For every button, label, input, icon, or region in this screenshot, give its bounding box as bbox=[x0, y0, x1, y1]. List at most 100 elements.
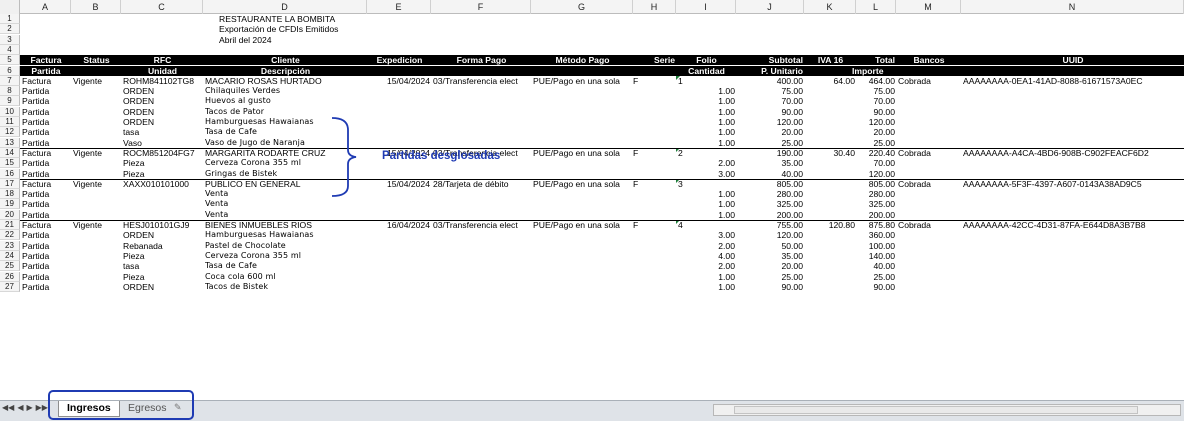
row-header-14[interactable]: 14 bbox=[0, 147, 20, 158]
row-header-11[interactable]: 11 bbox=[0, 117, 20, 127]
cell-tipo[interactable]: Partida bbox=[22, 138, 70, 148]
cell-folio[interactable]: 3 bbox=[678, 179, 735, 189]
row-header-27[interactable]: 27 bbox=[0, 281, 20, 292]
cell-cliente-descripcion[interactable]: Huevos al gusto bbox=[205, 96, 366, 106]
prev-sheet-icon[interactable]: ◀ bbox=[17, 403, 23, 417]
cell-cantidad[interactable]: 3.00 bbox=[678, 230, 735, 240]
cell-precio-unitario[interactable]: 75.00 bbox=[738, 86, 803, 96]
cell-tipo[interactable]: Factura bbox=[22, 220, 70, 230]
cell-status[interactable]: Vigente bbox=[73, 148, 120, 158]
cell-iva[interactable]: 30.40 bbox=[806, 148, 855, 158]
cell-rfc-unidad[interactable]: HESJ010101GJ9 bbox=[123, 220, 202, 230]
column-header-c[interactable]: C bbox=[121, 0, 203, 14]
cell-tipo[interactable]: Factura bbox=[22, 179, 70, 189]
cell-subtotal[interactable]: 755.00 bbox=[738, 220, 803, 230]
row-header-3[interactable]: 3 bbox=[0, 34, 20, 45]
cell-importe[interactable]: 70.00 bbox=[858, 96, 895, 106]
cell-tipo[interactable]: Partida bbox=[22, 241, 70, 251]
cell-importe[interactable]: 360.00 bbox=[858, 230, 895, 240]
cell-tipo[interactable]: Partida bbox=[22, 86, 70, 96]
cell-importe[interactable]: 25.00 bbox=[858, 272, 895, 282]
column-header-e[interactable]: E bbox=[367, 0, 431, 14]
column-header-k[interactable]: K bbox=[804, 0, 856, 14]
cell-cantidad[interactable]: 1.00 bbox=[678, 107, 735, 117]
header-cliente[interactable]: Cliente bbox=[205, 55, 366, 65]
column-header-h[interactable]: H bbox=[633, 0, 676, 14]
header-importe[interactable]: Importe bbox=[852, 66, 889, 76]
cell-tipo[interactable]: Partida bbox=[22, 230, 70, 240]
cell-serie[interactable]: F bbox=[633, 179, 673, 189]
column-header-b[interactable]: B bbox=[71, 0, 121, 14]
row-header-8[interactable]: 8 bbox=[0, 86, 20, 97]
cell-importe[interactable]: 25.00 bbox=[858, 138, 895, 148]
header-cantidad[interactable]: Cantidad bbox=[678, 66, 735, 76]
cell-precio-unitario[interactable]: 200.00 bbox=[738, 210, 803, 220]
header-bancos[interactable]: Bancos bbox=[898, 55, 960, 65]
report-title-line2[interactable]: Exportación de CFDIs Emitidos bbox=[219, 24, 369, 34]
cell-rfc-unidad[interactable]: ORDEN bbox=[123, 117, 202, 127]
cell-importe[interactable]: 70.00 bbox=[858, 158, 895, 168]
cell-precio-unitario[interactable]: 20.00 bbox=[738, 127, 803, 137]
header-expedicion[interactable]: Expedicion bbox=[369, 55, 430, 65]
cell-uuid[interactable]: AAAAAAAA-A4CA-4BD6-908B-C902FEACF6D2 bbox=[963, 148, 1184, 158]
cell-precio-unitario[interactable]: 90.00 bbox=[738, 282, 803, 292]
cell-subtotal[interactable]: 190.00 bbox=[738, 148, 803, 158]
cell-tipo[interactable]: Partida bbox=[22, 107, 70, 117]
cell-cliente-descripcion[interactable]: BIENES INMUEBLES RIOS bbox=[205, 220, 366, 230]
row-header-17[interactable]: 17 bbox=[0, 178, 20, 189]
cell-tipo[interactable]: Partida bbox=[22, 199, 70, 209]
cell-uuid[interactable]: AAAAAAAA-42CC-4D31-87FA-E644D8A3B7B8 bbox=[963, 220, 1184, 230]
cell-folio[interactable]: 1 bbox=[678, 76, 735, 86]
cell-iva[interactable]: 64.00 bbox=[806, 76, 855, 86]
column-header-a[interactable]: A bbox=[20, 0, 71, 14]
cell-cliente-descripcion[interactable]: Pastel de Chocolate bbox=[205, 241, 366, 251]
header-total[interactable]: Total bbox=[858, 55, 895, 65]
cell-cantidad[interactable]: 1.00 bbox=[678, 210, 735, 220]
scrollbar-thumb[interactable] bbox=[734, 406, 1138, 414]
row-header-15[interactable]: 15 bbox=[0, 158, 20, 169]
cell-precio-unitario[interactable]: 90.00 bbox=[738, 107, 803, 117]
cell-folio[interactable]: 2 bbox=[678, 148, 735, 158]
row-header-24[interactable]: 24 bbox=[0, 250, 20, 261]
cell-importe[interactable]: 40.00 bbox=[858, 261, 895, 271]
cell-precio-unitario[interactable]: 25.00 bbox=[738, 138, 803, 148]
cell-bancos[interactable]: Cobrada bbox=[898, 179, 960, 189]
header-subtotal[interactable]: Subtotal bbox=[738, 55, 803, 65]
cell-serie[interactable]: F bbox=[633, 76, 673, 86]
row-header-20[interactable]: 20 bbox=[0, 209, 20, 220]
column-header-j[interactable]: J bbox=[736, 0, 804, 14]
cell-status[interactable]: Vigente bbox=[73, 179, 120, 189]
cell-tipo[interactable]: Partida bbox=[22, 158, 70, 168]
cell-metodo-pago[interactable]: PUE/Pago en una sola bbox=[533, 148, 632, 158]
cell-cantidad[interactable]: 2.00 bbox=[678, 158, 735, 168]
cell-importe[interactable]: 280.00 bbox=[858, 189, 895, 199]
cell-uuid[interactable]: AAAAAAAA-0EA1-41AD-8088-61671573A0EC bbox=[963, 76, 1184, 86]
spreadsheet-grid[interactable]: ABCDEFGHIJKLMN 1 RESTAURANTE LA BOMBITA 2 E… bbox=[0, 0, 1184, 400]
row-header-23[interactable]: 23 bbox=[0, 240, 20, 251]
cell-tipo[interactable]: Partida bbox=[22, 189, 70, 199]
column-header-d[interactable]: D bbox=[203, 0, 367, 14]
cell-cantidad[interactable]: 1.00 bbox=[678, 189, 735, 199]
cell-importe[interactable]: 75.00 bbox=[858, 86, 895, 96]
row-header-26[interactable]: 26 bbox=[0, 271, 20, 282]
cell-importe[interactable]: 140.00 bbox=[858, 251, 895, 261]
cell-precio-unitario[interactable]: 120.00 bbox=[738, 230, 803, 240]
header-serie[interactable]: Serie bbox=[635, 55, 675, 65]
cell-rfc-unidad[interactable]: Pieza bbox=[123, 158, 202, 168]
header-descripci-n[interactable]: Descripción bbox=[205, 66, 366, 76]
cell-precio-unitario[interactable]: 280.00 bbox=[738, 189, 803, 199]
cell-rfc-unidad[interactable]: ORDEN bbox=[123, 96, 202, 106]
row-header-9[interactable]: 9 bbox=[0, 96, 20, 107]
cell-total[interactable]: 220.40 bbox=[858, 148, 895, 158]
cell-bancos[interactable]: Cobrada bbox=[898, 220, 960, 230]
row-header-12[interactable]: 12 bbox=[0, 127, 20, 138]
cell-cantidad[interactable]: 2.00 bbox=[678, 241, 735, 251]
cell-cantidad[interactable]: 1.00 bbox=[678, 86, 735, 96]
cell-cliente-descripcion[interactable]: Coca cola 600 ml bbox=[205, 272, 366, 282]
cell-rfc-unidad[interactable]: ORDEN bbox=[123, 86, 202, 96]
cell-cliente-descripcion[interactable]: Chilaquiles Verdes bbox=[205, 86, 366, 96]
cell-tipo[interactable]: Factura bbox=[22, 148, 70, 158]
cell-tipo[interactable]: Partida bbox=[22, 117, 70, 127]
cell-serie[interactable]: F bbox=[633, 220, 673, 230]
column-header-n[interactable]: N bbox=[961, 0, 1184, 14]
